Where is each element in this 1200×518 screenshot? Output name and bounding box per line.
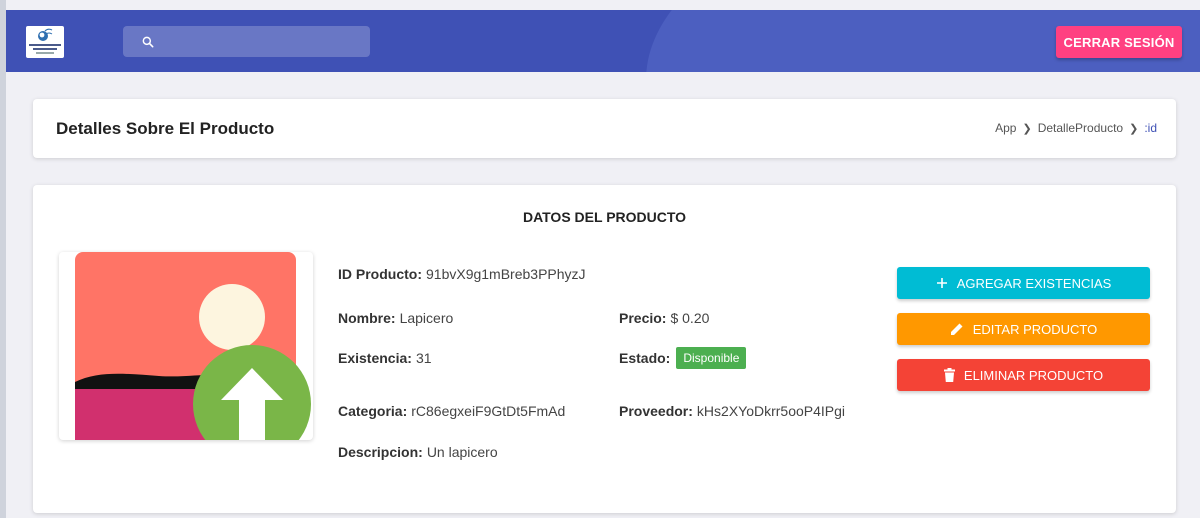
section-title: DATOS DEL PRODUCTO	[522, 209, 687, 225]
field-status-label: Estado:	[619, 350, 671, 366]
field-id-value: 91bvX9g1mBreb3PPhyzJ	[426, 266, 586, 282]
chevron-right-icon: ❯	[1129, 122, 1139, 135]
search-icon	[142, 36, 154, 47]
field-provider-label: Proveedor:	[619, 403, 693, 419]
field-category-label: Categoria:	[338, 403, 408, 419]
field-name-label: Nombre:	[338, 310, 396, 326]
product-details-card: DATOS DEL PRODUCTO ID Producto: 91bvX9g1…	[33, 185, 1176, 513]
product-image[interactable]	[59, 252, 313, 440]
add-stock-button[interactable]: AGREGAR EXISTENCIAS	[897, 267, 1150, 299]
field-id: ID Producto: 91bvX9g1mBreb3PPhyzJ	[338, 266, 586, 282]
logo-text-line	[33, 48, 57, 50]
image-upload-placeholder-icon	[75, 252, 311, 440]
field-price-label: Precio:	[619, 310, 667, 326]
field-description: Descripcion: Un lapicero	[338, 444, 498, 460]
delete-product-label: ELIMINAR PRODUCTO	[963, 367, 1104, 383]
field-category-value: rC86egxeiF9GtDt5FmAd	[411, 403, 566, 419]
field-stock-label: Existencia:	[338, 350, 412, 366]
breadcrumb: App ❯ DetalleProducto ❯ :id	[995, 121, 1157, 135]
edit-product-label: EDITAR PRODUCTO	[972, 321, 1098, 337]
breadcrumb-item-current: :id	[1144, 121, 1157, 135]
search-box[interactable]	[123, 26, 370, 57]
field-status: Estado: Disponible	[619, 347, 747, 369]
status-badge: Disponible	[676, 347, 747, 369]
breadcrumb-item-detalle-producto[interactable]: DetalleProducto	[1038, 121, 1123, 135]
plus-icon	[936, 277, 948, 289]
field-stock-value: 31	[415, 350, 432, 366]
field-price-value: $ 0.20	[670, 310, 710, 326]
field-stock: Existencia: 31	[338, 350, 432, 366]
edit-product-button[interactable]: EDITAR PRODUCTO	[897, 313, 1150, 345]
field-provider: Proveedor: kHs2XYoDkrr5ooP4IPgi	[619, 403, 845, 419]
page-header-card: Detalles Sobre El Producto App ❯ Detalle…	[33, 99, 1176, 158]
logo-text-line	[29, 44, 61, 46]
field-price: Precio: $ 0.20	[619, 310, 709, 326]
field-name-value: Lapicero	[399, 310, 454, 326]
delete-product-button[interactable]: ELIMINAR PRODUCTO	[897, 359, 1150, 391]
top-app-bar: CERRAR SESIÓN	[6, 10, 1200, 72]
left-edge	[0, 0, 6, 518]
app-logo[interactable]	[26, 26, 64, 58]
pencil-icon	[950, 322, 964, 336]
chevron-right-icon: ❯	[1022, 122, 1032, 135]
field-description-label: Descripcion:	[338, 444, 423, 460]
logout-button[interactable]: CERRAR SESIÓN	[1056, 26, 1182, 58]
add-stock-label: AGREGAR EXISTENCIAS	[956, 275, 1112, 291]
breadcrumb-item-app[interactable]: App	[995, 121, 1016, 135]
field-name: Nombre: Lapicero	[338, 310, 453, 326]
page-title: Detalles Sobre El Producto	[56, 119, 275, 138]
logo-mark-icon	[38, 28, 53, 41]
trash-icon	[943, 368, 955, 382]
field-provider-value: kHs2XYoDkrr5ooP4IPgi	[696, 403, 846, 419]
field-description-value: Un lapicero	[426, 444, 498, 460]
logo-text-line	[36, 52, 54, 54]
field-category: Categoria: rC86egxeiF9GtDt5FmAd	[338, 403, 565, 419]
field-id-label: ID Producto:	[338, 266, 422, 282]
search-input[interactable]	[165, 34, 365, 49]
